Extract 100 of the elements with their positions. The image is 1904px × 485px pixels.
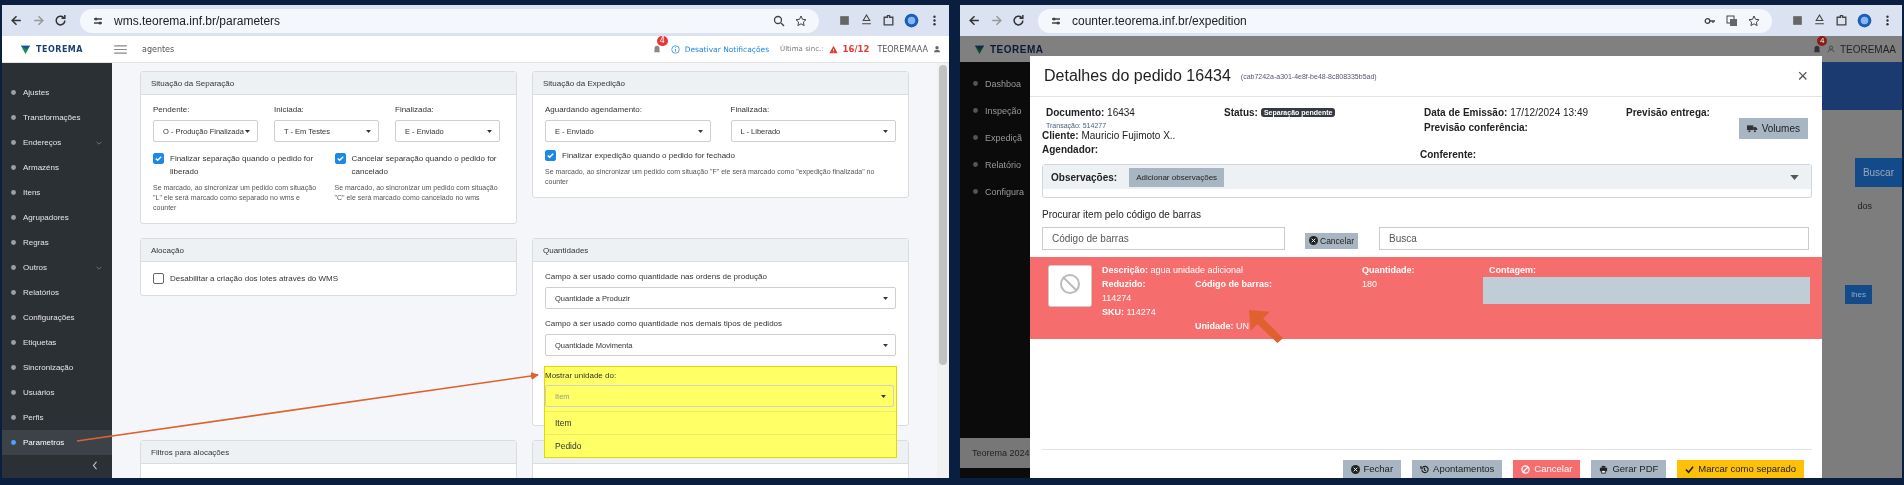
details-button[interactable]: lhes [1845,285,1872,304]
sidebar-item[interactable]: Transformações [2,105,112,130]
checkbox[interactable] [334,153,346,164]
search-field[interactable]: Busca [1379,227,1810,250]
sidebar-item[interactable]: Itens [2,180,112,205]
logo-icon [974,43,985,55]
cancel-button[interactable]: Cancelar [1305,232,1359,249]
checkbox-label: Desabilitar a criação dos lotes através do WMS [170,273,339,285]
user-name[interactable]: TEOREMAA [1839,43,1896,55]
extension-icon[interactable] [838,14,851,27]
panel-title: Situação da Separação [141,72,516,95]
scrollbar-thumb[interactable] [939,65,947,365]
sidebar-item[interactable]: Agrupadores [2,205,112,230]
zoom-icon[interactable] [773,14,785,27]
sidebar-item[interactable]: Dashboa [960,70,1030,97]
collapse-icon[interactable] [92,461,98,470]
circle-icon [10,414,17,421]
circle-icon [10,389,17,396]
checkbox-label: Finalizar expedição quando o pedido for fechado [562,150,735,162]
caret-icon [883,129,888,133]
barcode-field[interactable]: Código de barras [1042,227,1285,250]
footer-button[interactable]: Fechar [1342,460,1402,478]
user-name[interactable]: TEOREMAAA [877,44,928,54]
circle-icon [10,114,17,121]
sidebar-item[interactable]: Ajustes [2,80,112,105]
sidebar-item[interactable]: Endereços [2,130,112,155]
footer-button[interactable]: Apontamentos [1412,460,1503,478]
extension-icon[interactable] [1791,14,1804,27]
field-label: Previsão conferência: [1424,122,1529,133]
checkbox[interactable] [153,153,164,164]
user-icon[interactable] [933,45,941,53]
sidebar-item[interactable]: Armazéns [2,155,112,180]
close-icon [1309,236,1318,245]
sidebar-item[interactable]: Parametros [2,430,112,455]
circle-icon [10,314,17,321]
puzzle-icon[interactable] [1835,14,1848,27]
sidebar-item[interactable]: Regras [2,230,112,255]
circle-icon [972,188,979,195]
address-bar[interactable]: wms.teorema.inf.br/parameters [80,8,819,33]
circle-icon [10,289,17,296]
field-label: Finalizada: [730,105,771,114]
circle-icon [10,189,17,196]
menu-icon[interactable] [114,44,127,54]
document-field: Documento: 16434 [1046,107,1224,118]
avatar-icon[interactable] [1857,13,1872,28]
reload-icon[interactable] [1012,14,1025,27]
sidebar-item[interactable]: Configurações [2,305,112,330]
reload-icon[interactable] [54,14,67,27]
checkbox[interactable] [153,273,164,284]
notification-badge: 4 [1816,36,1828,46]
star-icon[interactable] [1748,14,1760,27]
circle-icon [10,164,17,171]
sidebar-item[interactable]: Sincronização [2,355,112,380]
sidebar-item[interactable]: Usuários [2,380,112,405]
field-label: Reduzido: [1102,278,1147,291]
caret-icon [883,296,888,300]
footer-button[interactable]: Marcar como separado [1677,460,1804,478]
checkbox-label: Finalizar separação quando o pedido for liberado [170,153,315,178]
sidebar-item[interactable]: Etiquetas [2,330,112,355]
translate-icon[interactable] [1726,14,1738,27]
circle-icon [10,139,17,146]
back-icon[interactable] [968,14,981,27]
notification-badge: 4 [656,36,668,46]
close-button[interactable]: × [1797,65,1808,87]
star-icon[interactable] [795,14,807,27]
sidebar-item[interactable]: Relatório [960,151,1030,178]
dropdown-option[interactable]: Pedido [545,434,896,457]
checkbox-label: Cancelar separação quando o pedido for cancelado [351,153,498,178]
circle-icon [972,161,979,168]
panel-title: Situação da Expedição [533,72,908,95]
check-icon [1685,465,1695,474]
sidebar-item[interactable]: Configura [960,178,1030,205]
volumes-button[interactable]: Volumes [1738,118,1808,139]
puzzle-icon[interactable] [882,14,895,27]
circle-icon [972,134,979,141]
dropdown-option[interactable]: Item [545,411,896,434]
avatar-icon[interactable] [904,13,919,28]
sidebar-item[interactable]: Inspeção [960,97,1030,124]
search-button[interactable]: Buscar [1854,158,1902,187]
unit-field: Unidade: UN [1195,319,1288,333]
field-label: Quantidade: [1362,264,1416,277]
logo: TEOREMA [36,44,83,54]
sidebar-item[interactable]: Expediçã [960,124,1030,151]
circle-icon [10,264,17,271]
checkbox[interactable] [545,150,556,161]
count-field[interactable] [1483,277,1810,304]
footer-button[interactable]: Gerar PDF [1591,460,1667,478]
caret-icon [881,394,886,398]
sidebar-item[interactable]: Outros [2,255,112,280]
no-image-icon [1048,265,1092,307]
caret-icon[interactable] [1790,174,1799,180]
add-observations-button[interactable]: Adicionar observações [1129,167,1225,187]
panel-title: Alocação [141,239,516,262]
sidebar-item[interactable]: Relatórios [2,280,112,305]
sidebar-item[interactable]: Perfis [2,405,112,430]
back-icon[interactable] [10,14,23,27]
field-label: Campo à ser usado como quantidade nas ordens de produção [545,272,768,281]
address-bar[interactable]: counter.teorema.inf.br/expedition [1038,8,1772,33]
close-icon [1350,465,1360,474]
circle-icon [10,439,17,446]
